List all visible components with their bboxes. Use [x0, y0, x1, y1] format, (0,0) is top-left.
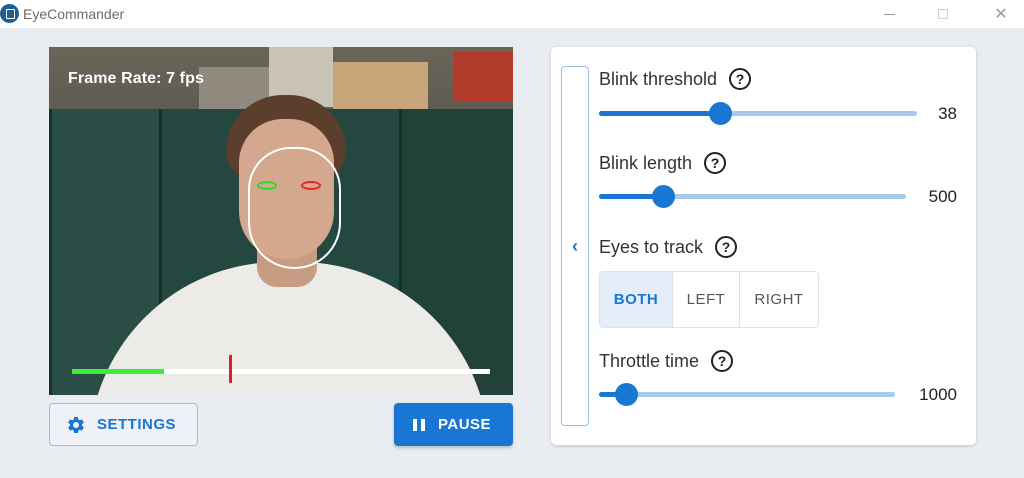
minimize-button[interactable]: [866, 0, 912, 28]
blink-threshold-marker: [229, 355, 232, 383]
help-icon[interactable]: ?: [715, 236, 738, 258]
frame-rate-label: Frame Rate: 7 fps: [68, 70, 204, 87]
blink-threshold-value: 38: [938, 104, 957, 123]
title-bar: EyeCommander ✕: [0, 0, 1024, 28]
minimize-icon: [883, 13, 895, 15]
slider-thumb[interactable]: [614, 383, 638, 406]
slider-thumb[interactable]: [652, 185, 676, 208]
pause-button-label: PAUSE: [438, 416, 492, 433]
left-eye-marker: [257, 181, 277, 190]
right-eye-marker: [301, 181, 321, 190]
settings-button-label: SETTINGS: [97, 416, 177, 433]
help-icon[interactable]: ?: [711, 350, 734, 372]
pause-button[interactable]: PAUSE: [394, 403, 513, 446]
blink-length-text: Blink length: [599, 152, 693, 173]
help-icon[interactable]: ?: [729, 68, 752, 90]
webcam-feed: Frame Rate: 7 fps: [49, 47, 513, 395]
blink-progress-fill: [72, 369, 164, 374]
window-title: EyeCommander: [23, 6, 125, 22]
collapse-panel-button[interactable]: ‹: [561, 66, 589, 426]
blink-threshold-slider[interactable]: [599, 102, 917, 125]
blink-length-value: 500: [928, 187, 957, 206]
settings-button[interactable]: SETTINGS: [49, 403, 198, 446]
eyes-to-track-toggle-group: BOTH LEFT RIGHT: [599, 271, 819, 328]
toggle-both[interactable]: BOTH: [600, 272, 673, 327]
app-icon: [0, 4, 19, 23]
settings-panel: ‹ Blink threshold ? 38 Blink length ? 50…: [551, 47, 976, 445]
close-button[interactable]: ✕: [978, 0, 1024, 28]
maximize-button[interactable]: [920, 0, 966, 28]
pause-icon: [413, 418, 425, 431]
toggle-right[interactable]: RIGHT: [740, 272, 818, 327]
throttle-time-text: Throttle time: [599, 350, 700, 371]
chevron-left-icon: ‹: [572, 235, 578, 256]
blink-length-slider[interactable]: [599, 185, 906, 208]
gear-icon: [66, 415, 86, 435]
maximize-icon: [938, 9, 948, 19]
help-icon[interactable]: ?: [704, 152, 727, 174]
throttle-time-value: 1000: [919, 385, 957, 404]
background-box: [454, 52, 513, 102]
throttle-time-slider[interactable]: [599, 383, 895, 406]
blink-threshold-label: Blink threshold ?: [599, 68, 752, 90]
eyes-to-track-label: Eyes to track ?: [599, 236, 738, 258]
blink-length-label: Blink length ?: [599, 152, 727, 174]
blink-progress-bar: [72, 369, 490, 374]
toggle-left[interactable]: LEFT: [673, 272, 740, 327]
eyes-to-track-text: Eyes to track: [599, 236, 704, 257]
blink-threshold-text: Blink threshold: [599, 68, 718, 89]
throttle-time-label: Throttle time ?: [599, 350, 734, 372]
face-detection-outline: [248, 147, 341, 269]
slider-fill: [599, 111, 720, 116]
slider-thumb[interactable]: [708, 102, 732, 125]
